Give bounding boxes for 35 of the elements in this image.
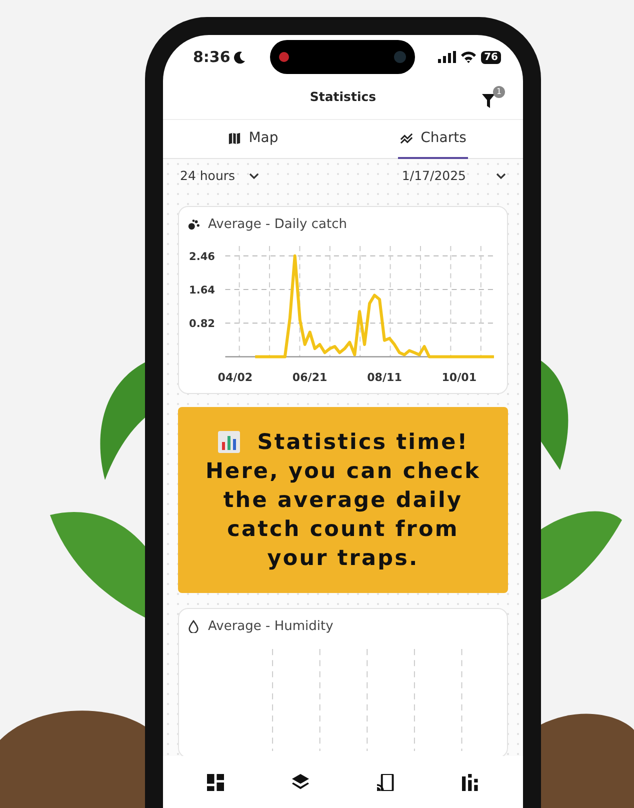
layers-icon (292, 774, 309, 790)
x-axis-label: 08/11 (367, 371, 402, 384)
record-dot-icon (278, 51, 290, 63)
chevron-down-icon (496, 172, 506, 180)
moon-icon (234, 50, 246, 64)
date-dropdown[interactable]: 1/17/2025 (400, 163, 508, 190)
page-title: Statistics (310, 88, 376, 106)
chart-title: Average - Humidity (208, 618, 334, 636)
bar-chart-icon (462, 774, 479, 790)
tip-heading: Statistics time! (257, 428, 469, 457)
y-axis-label: 1.64 (189, 284, 216, 297)
y-axis-label: 2.46 (189, 251, 216, 264)
signal-icon (438, 51, 456, 63)
dashboard-icon (207, 774, 224, 790)
x-axis-label: 04/02 (218, 371, 253, 384)
tip-text: Here, you can check the average daily catch count from your traps. (204, 458, 482, 573)
map-icon (228, 132, 241, 144)
x-axis-label: 10/01 (442, 371, 477, 384)
droplet-icon (187, 620, 200, 634)
x-axis-label: 06/21 (292, 371, 328, 384)
line-chart-icon (400, 132, 413, 144)
camera-lens-icon (392, 50, 407, 64)
bar-chart-icon (217, 430, 242, 454)
filter-button[interactable]: 1 (482, 86, 505, 108)
paw-icon (187, 218, 200, 231)
filter-count-badge: 1 (493, 86, 505, 98)
phone-cast-icon (377, 774, 394, 790)
filter-icon (482, 94, 495, 108)
chart-title: Average - Daily catch (208, 216, 347, 234)
wifi-icon (460, 51, 478, 63)
y-axis-label: 0.82 (189, 318, 216, 330)
status-time: 8:36 (193, 46, 230, 68)
battery-indicator: 76 (481, 50, 501, 64)
period-dropdown[interactable]: 24 hours (178, 163, 262, 190)
chevron-down-icon (249, 172, 260, 180)
